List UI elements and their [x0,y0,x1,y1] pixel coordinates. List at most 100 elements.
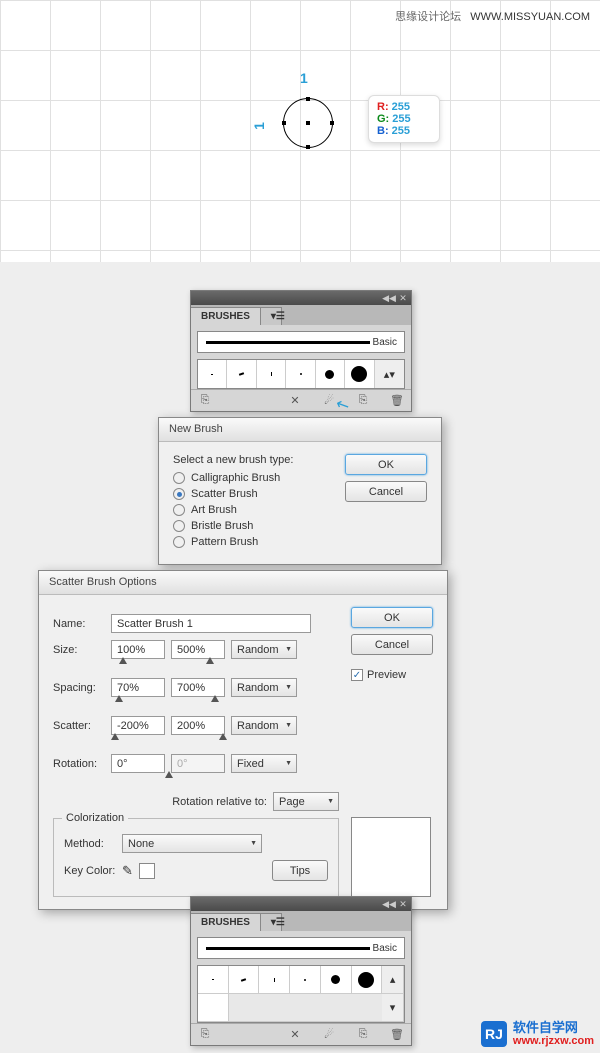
anchor-center[interactable] [306,121,310,125]
scatter-cancel-button[interactable]: Cancel [351,634,433,655]
name-input[interactable] [111,614,311,633]
brush-preview-strip[interactable]: Basic [197,331,405,353]
rot-rel-label: Rotation relative to: [172,796,267,808]
rgb-r-val: 255 [392,101,410,113]
new-brush2-icon[interactable]: ⎘ [355,1028,371,1042]
anchor-top[interactable] [306,97,310,101]
library-icon[interactable]: ⎘ [197,394,213,408]
brush-swatch-5[interactable] [316,360,345,388]
radio-scatter[interactable]: Scatter Brush [173,488,333,500]
spacing-slider[interactable] [111,701,229,709]
scatter-title: Scatter Brush Options [39,571,447,595]
brush-swatch-grid: ▴▾ [197,359,405,389]
brush2-swatch-5[interactable] [321,966,352,994]
brush2-basic-label: Basic [370,943,400,954]
rgb-g-val: 255 [392,113,410,125]
panel-header[interactable]: ◀◀ ✕ [191,291,411,305]
brush-basic-label: Basic [370,337,400,348]
dimension-height: 1 [251,122,267,130]
brush2-swatch-3[interactable] [259,966,290,994]
watermark-cn: 思缘设计论坛 [395,11,461,23]
brush2-scroll-up[interactable]: ▴ [382,966,404,994]
brush2-swatch-new[interactable] [198,994,229,1022]
panel-footer: ⎘ ✕ ☄ ⎘ 🗑 [191,389,411,411]
rotation-mode-select[interactable]: Fixed [231,754,297,773]
trash-icon[interactable]: 🗑 [389,394,405,408]
method-select[interactable]: None [122,834,262,853]
brush-swatch-3[interactable] [257,360,286,388]
size-mode-select[interactable]: Random [231,640,297,659]
brush2-empty-row [229,994,382,1022]
rgb-g-label: G: [377,113,389,125]
panel-close-icon[interactable]: ✕ [398,293,408,303]
tips-button[interactable]: Tips [272,860,328,881]
brush-swatch-6[interactable] [345,360,374,388]
key-color-swatch[interactable] [139,863,155,879]
radio-bristle[interactable]: Bristle Brush [173,520,333,532]
brush2-swatch-1[interactable] [198,966,229,994]
brush2-scroll-down[interactable]: ▾ [382,994,404,1022]
new-brush-cancel-button[interactable]: Cancel [345,481,427,502]
rotation-slider[interactable] [111,777,229,785]
scatter-min-input[interactable] [111,716,165,735]
panel2-collapse-icon[interactable]: ◀◀ [384,899,394,909]
watermark-bottom-cn: 软件自学网 [513,1021,578,1035]
radio-pattern[interactable]: Pattern Brush [173,536,333,548]
remove-stroke2-icon[interactable]: ✕ [287,1028,303,1042]
panel-menu-icon[interactable]: ▾☰ [261,307,282,325]
brush2-swatch-6[interactable] [352,966,383,994]
panel2-close-icon[interactable]: ✕ [398,899,408,909]
tab2-brushes[interactable]: BRUSHES [191,913,261,931]
rotation-label: Rotation: [53,758,105,770]
panel-collapse-icon[interactable]: ◀◀ [384,293,394,303]
trash2-icon[interactable]: 🗑 [389,1028,405,1042]
library2-icon[interactable]: ⎘ [197,1028,213,1042]
brush2-swatch-2[interactable] [229,966,260,994]
rot-rel-select[interactable]: Page [273,792,339,811]
anchor-bottom[interactable] [306,145,310,149]
brush-swatch-4[interactable] [286,360,315,388]
new-brush-title: New Brush [159,418,441,442]
method-label: Method: [64,838,116,850]
rotation-min-input[interactable] [111,754,165,773]
spacing-mode-select[interactable]: Random [231,678,297,697]
brush-swatch-2[interactable] [227,360,256,388]
radio-calligraphic[interactable]: Calligraphic Brush [173,472,333,484]
new-brush-ok-button[interactable]: OK [345,454,427,475]
size-slider[interactable] [111,663,229,671]
canvas-area: 思缘设计论坛 WWW.MISSYUAN.COM 1 1 R: 255 G: 25… [0,0,600,262]
rotation-max-input [171,754,225,773]
size-label: Size: [53,644,105,656]
brush-swatch-scroll[interactable]: ▴▾ [375,360,404,388]
circle-shape[interactable] [283,98,333,148]
anchor-left[interactable] [282,121,286,125]
tab-brushes[interactable]: BRUSHES [191,307,261,325]
size-max-input[interactable] [171,640,225,659]
panel-tabs: BRUSHES ▾☰ [191,305,411,325]
panel2-menu-icon[interactable]: ▾☰ [261,913,282,931]
scatter-max-input[interactable] [171,716,225,735]
rgb-readout: R: 255 G: 255 B: 255 [368,95,440,143]
watermark-logo-icon: RJ [481,1021,507,1047]
scatter-options-dialog: Scatter Brush Options Name: Size: Random… [38,570,448,910]
scatter-slider[interactable] [111,739,229,747]
remove-stroke-icon[interactable]: ✕ [287,394,303,408]
brush2-preview-strip[interactable]: Basic [197,937,405,959]
anchor-right[interactable] [330,121,334,125]
radio-art[interactable]: Art Brush [173,504,333,516]
preview-checkbox[interactable] [351,669,363,681]
scatter-mode-select[interactable]: Random [231,716,297,735]
eyedropper-icon[interactable]: ✎ [122,863,133,879]
preview-box [351,817,431,897]
brush2-swatch-grid: ▴ ▾ [197,965,405,1023]
brush-swatch-1[interactable] [198,360,227,388]
new-brush-icon[interactable]: ⎘ [355,394,371,408]
new-brush-dialog: New Brush Select a new brush type: Calli… [158,417,442,565]
scatter-ok-button[interactable]: OK [351,607,433,628]
panel2-header[interactable]: ◀◀ ✕ [191,897,411,911]
rgb-b-label: B: [377,125,389,137]
brush2-swatch-4[interactable] [290,966,321,994]
brushes-panel: ◀◀ ✕ BRUSHES ▾☰ Basic ▴▾ ⎘ ✕ ☄ ⎘ 🗑 ↖ [190,290,412,412]
stroke-options2-icon[interactable]: ☄ [321,1028,337,1042]
spacing-label: Spacing: [53,682,105,694]
